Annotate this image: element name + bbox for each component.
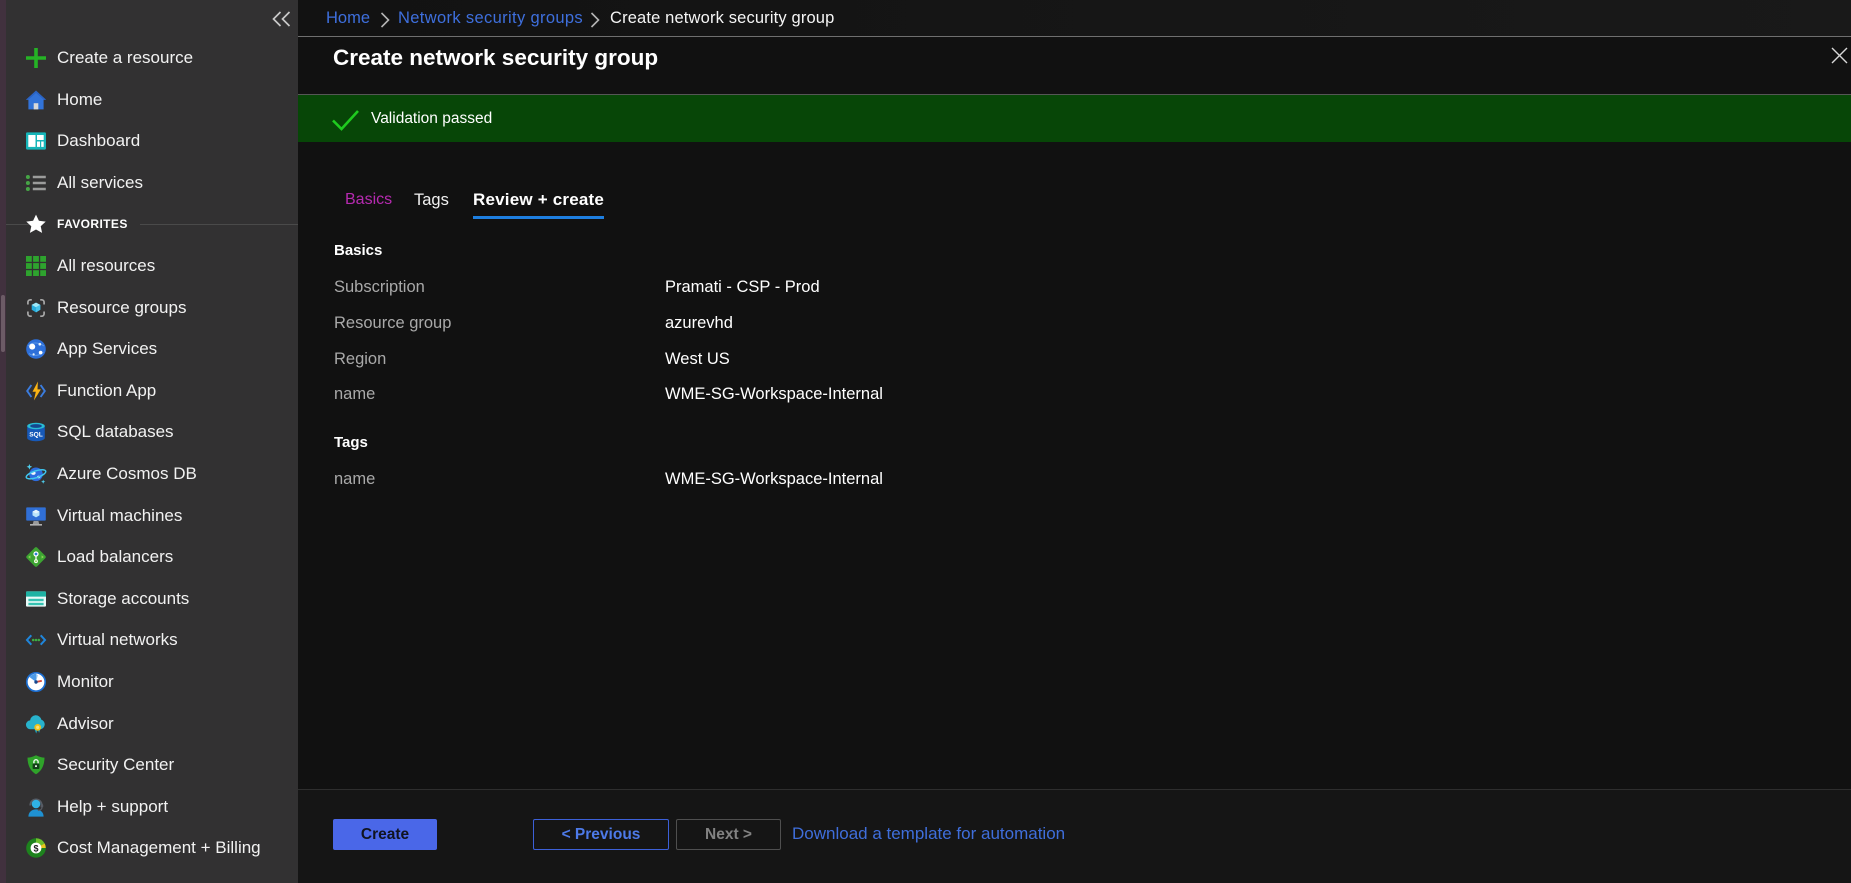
svg-text:$: $ xyxy=(33,844,38,854)
svg-text:SQL: SQL xyxy=(29,432,43,439)
